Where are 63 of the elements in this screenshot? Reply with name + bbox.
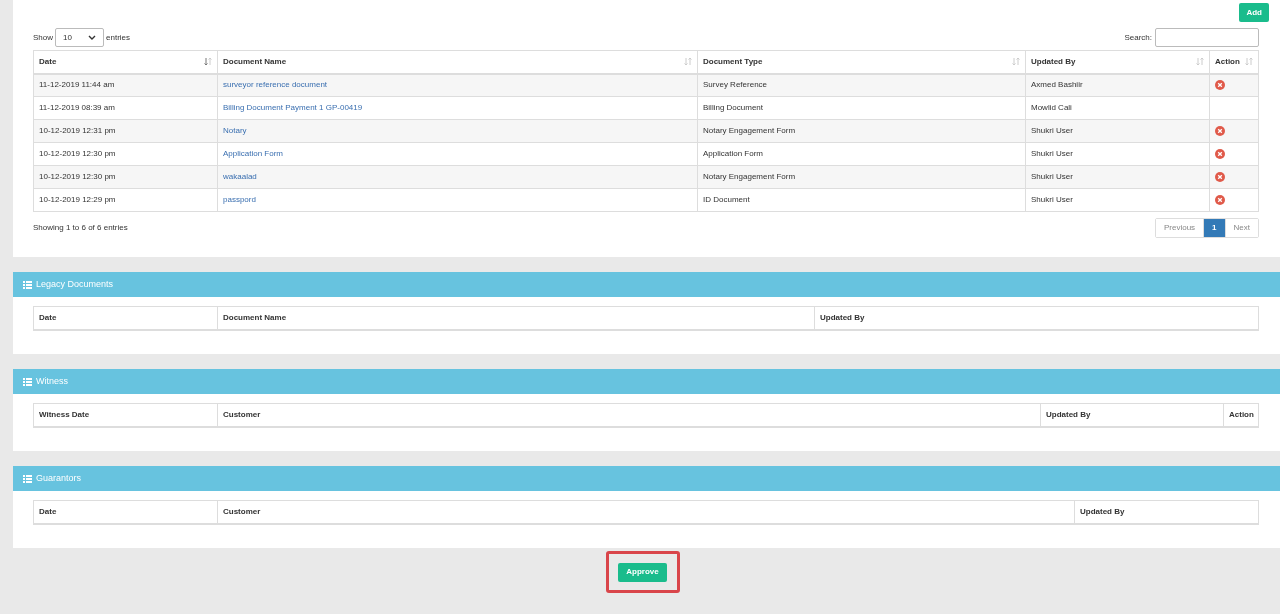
column-header: Date [39, 506, 57, 516]
delete-icon[interactable] [1215, 126, 1225, 136]
column-header[interactable]: Updated By [1031, 55, 1204, 68]
list-icon [23, 474, 32, 483]
delete-icon[interactable] [1215, 195, 1225, 205]
document-link[interactable]: wakaalad [223, 172, 257, 181]
list-icon [23, 280, 32, 289]
pagination-button[interactable]: 1 [1203, 219, 1225, 237]
sort-descending-icon [204, 57, 212, 67]
table-cell: 10-12-2019 12:29 pm [39, 195, 116, 204]
column-header[interactable]: Action [1215, 55, 1253, 68]
table-cell: Survey Reference [703, 80, 768, 90]
delete-icon[interactable] [1215, 149, 1225, 159]
table-cell: Notary Engagement Form [703, 172, 796, 181]
table-cell: 11-12-2019 11:44 am [39, 80, 115, 90]
column-header: Updated By [1080, 506, 1125, 516]
chevron-down-icon [88, 35, 96, 40]
panel-title: Legacy Documents [36, 277, 114, 291]
table-cell: Application Form [703, 149, 764, 158]
document-link[interactable]: Notary [223, 126, 247, 135]
table-cell: 10-12-2019 12:30 pm [39, 149, 116, 158]
column-header: Updated By [1046, 409, 1091, 419]
list-icon [23, 377, 32, 386]
column-header: Date [39, 312, 57, 322]
panel-title: Guarantors [36, 471, 82, 485]
table-cell: Mowlid Cali [1031, 103, 1072, 112]
column-header[interactable]: Document Type [703, 55, 1020, 68]
document-link[interactable]: Billing Document Payment 1 GP-00419 [223, 103, 363, 112]
show-label: Show [33, 31, 53, 44]
document-link[interactable]: Application Form [223, 149, 284, 158]
table-cell: 11-12-2019 08:39 am [39, 103, 115, 112]
table-cell: Shukri User [1031, 195, 1073, 204]
table-info: Showing 1 to 6 of 6 entries [33, 222, 128, 234]
table-cell: Billing Document [703, 103, 764, 112]
table-cell: 10-12-2019 12:31 pm [39, 126, 116, 135]
search-label: Search: [1124, 31, 1152, 44]
column-header[interactable]: Date [39, 55, 212, 68]
table-cell: Notary Engagement Form [703, 126, 796, 135]
column-header: Customer [223, 409, 261, 419]
document-link[interactable]: surveyor reference document [223, 80, 328, 90]
delete-icon[interactable] [1215, 80, 1225, 91]
table-cell: Shukri User [1031, 172, 1073, 181]
sort-icon [1245, 57, 1253, 67]
panel-title: Witness [36, 374, 68, 388]
entries-select[interactable]: 10 [55, 28, 104, 47]
column-header: Updated By [820, 312, 865, 322]
table-cell: Axmed Bashiir [1031, 80, 1083, 90]
table-cell: ID Document [703, 195, 750, 204]
table-cell: Shukri User [1031, 126, 1073, 135]
search-field[interactable] [1155, 28, 1259, 47]
table-cell: 10-12-2019 12:30 pm [39, 172, 116, 181]
delete-icon[interactable] [1215, 172, 1225, 182]
document-link[interactable]: passpord [223, 195, 256, 204]
sort-icon [1196, 57, 1204, 67]
column-header[interactable]: Document Name [223, 55, 692, 68]
sort-icon [684, 57, 692, 67]
sort-icon [1012, 57, 1020, 67]
column-header: Witness Date [39, 409, 90, 419]
column-header: Customer [223, 506, 261, 516]
entries-label: entries [106, 31, 131, 44]
column-header: Document Name [223, 312, 287, 322]
table-cell: Shukri User [1031, 149, 1073, 158]
column-header: Action [1229, 409, 1254, 419]
